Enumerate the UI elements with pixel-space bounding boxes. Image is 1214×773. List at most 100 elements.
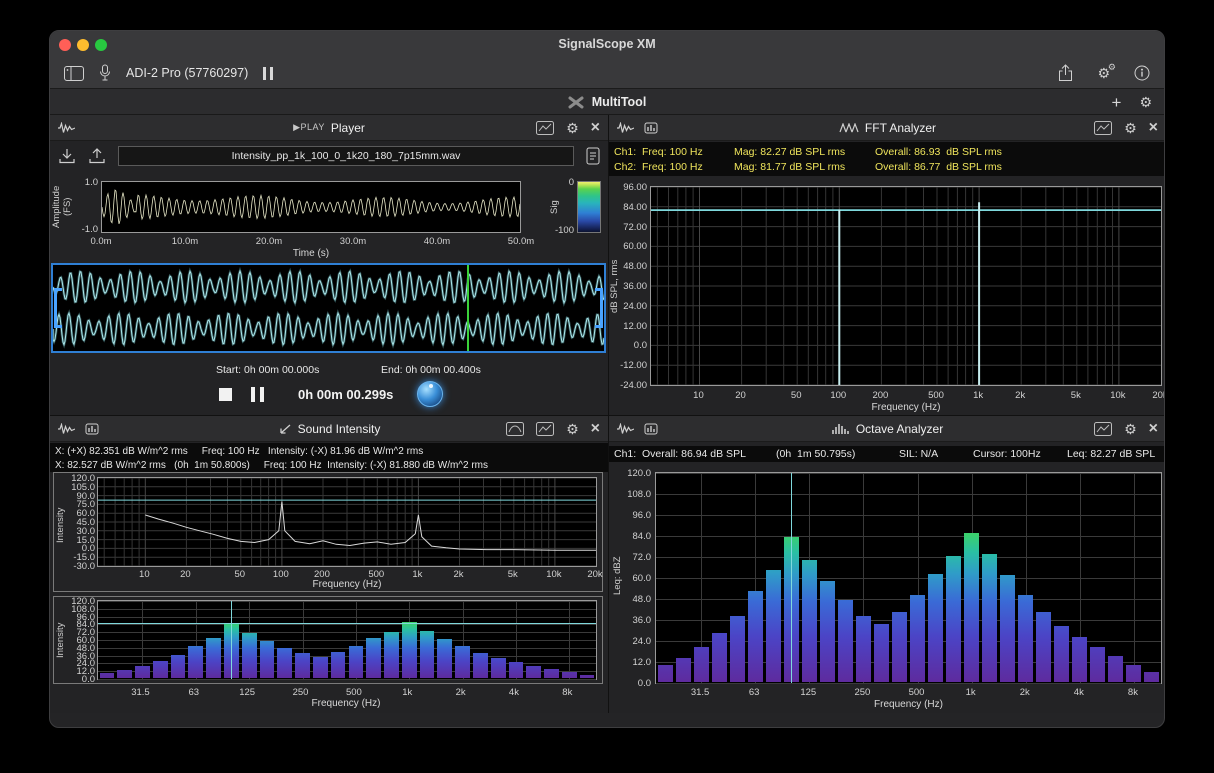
selection-handle-left[interactable] — [54, 288, 62, 328]
intensity-bands-y-ticks: 120.0108.096.084.072.060.048.036.024.012… — [65, 601, 95, 679]
chart-options-icon[interactable] — [1094, 422, 1112, 436]
sil-readout: SIL: N/A — [899, 448, 959, 460]
device-selector[interactable]: ADI-2 Pro (57760297) — [126, 66, 248, 80]
spectrum-bar — [366, 638, 381, 678]
fft-y-ticks: 96.0084.0072.0060.0048.0036.0024.0012.00… — [617, 187, 647, 385]
spectrum-bar — [491, 658, 506, 678]
share-icon[interactable] — [1058, 64, 1073, 82]
stop-button[interactable] — [219, 388, 232, 401]
gear-icon[interactable]: ⚙ — [566, 422, 579, 436]
waveform-icon[interactable] — [617, 423, 634, 435]
info-icon[interactable] — [1134, 65, 1150, 81]
jog-dial[interactable] — [417, 381, 443, 407]
settings-gear-icon[interactable]: ⚙⚙ — [1097, 66, 1110, 80]
waveform-zoom-view[interactable] — [51, 263, 606, 353]
gear-icon[interactable]: ⚙ — [566, 121, 579, 135]
ch1-freq-readout: Ch1: Freq: 100 Hz — [614, 146, 720, 158]
y-tick-label: 0.0 — [82, 674, 95, 685]
intensity-spectrum-chart[interactable] — [97, 477, 597, 567]
grid-line — [98, 679, 596, 680]
spectrum-bar — [206, 638, 221, 678]
multitool-actions: + ⚙ — [1112, 89, 1153, 115]
spectrum-bar — [526, 666, 541, 678]
tool-grid: ▶PLAY Player ⚙ × Intensity_ — [50, 115, 1165, 713]
spectrum-bar — [402, 622, 417, 678]
spectrum-bar — [802, 560, 817, 683]
x-tick-label: 250 — [854, 687, 870, 698]
y-tick-label: 60.0 — [633, 573, 652, 584]
x-tick-label: 250 — [293, 687, 309, 698]
close-icon[interactable]: × — [591, 421, 600, 437]
export-file-icon[interactable] — [88, 148, 106, 164]
playback-time-display: 0h 00m 00.299s — [298, 387, 393, 402]
fft-readouts: Ch1: Freq: 100 Hz Mag: 82.27 dB SPL rms … — [609, 142, 1165, 176]
spectrum-bar — [730, 616, 745, 683]
app-window: SignalScope XM ADI-2 Pro (57760297) ⚙⚙ M… — [49, 30, 1165, 728]
x-tick-label: 30.0m — [340, 236, 366, 247]
add-tool-icon[interactable]: + — [1112, 94, 1122, 111]
octave-header: Octave Analyzer ⚙ × — [609, 416, 1165, 442]
toolbar-right-group: ⚙⚙ — [1058, 64, 1150, 82]
spectrum-bar — [1000, 575, 1015, 682]
chart-options-icon[interactable] — [1094, 121, 1112, 135]
chart-options-icon[interactable] — [536, 121, 554, 135]
spectrum-bar — [910, 595, 925, 683]
waveform-overview-chart[interactable] — [101, 181, 521, 233]
close-icon[interactable]: × — [1149, 120, 1158, 136]
octave-analyzer-panel: Octave Analyzer ⚙ × Ch1: Overall: 86.94 … — [609, 416, 1165, 713]
input-monitor-icon[interactable] — [644, 122, 658, 134]
spectrum-bar — [748, 591, 763, 682]
intensity-y-ticks: 120.0105.090.075.060.045.030.015.00.0-15… — [65, 478, 95, 566]
filename-field[interactable]: Intensity_pp_1k_100_0_1k20_180_7p15mm.wa… — [118, 146, 574, 166]
spectrum-bar — [964, 533, 979, 682]
octave-band-chart[interactable] — [655, 472, 1162, 684]
x-tick-label: 500 — [928, 390, 944, 401]
input-monitor-icon[interactable] — [85, 423, 99, 435]
input-monitor-icon[interactable] — [644, 423, 658, 435]
waveform-icon[interactable] — [617, 122, 634, 134]
ch2-freq-readout: Ch2: Freq: 100 Hz — [614, 161, 720, 173]
y-tick-label: -1.0 — [70, 224, 98, 235]
fft-spectrum-chart[interactable] — [650, 186, 1162, 386]
grid-line — [656, 494, 1161, 495]
waveform-icon[interactable] — [58, 423, 75, 435]
import-file-icon[interactable] — [58, 148, 76, 164]
envelope-chart-icon[interactable] — [506, 422, 524, 436]
spectrum-bar — [1144, 672, 1159, 683]
close-icon[interactable]: × — [591, 120, 600, 136]
intensity-readouts: X: (+X) 82.351 dB W/m^2 rms Freq: 100 Hz… — [50, 443, 608, 472]
close-icon[interactable]: × — [1149, 421, 1158, 437]
selection-handle-right[interactable] — [595, 288, 603, 328]
x-tick-label: 50 — [791, 390, 802, 401]
spectrum-bar — [384, 632, 399, 678]
microphone-icon[interactable] — [99, 64, 111, 82]
fft-x-axis-label: Frequency (Hz) — [650, 402, 1162, 413]
spectrum-bar — [1126, 665, 1141, 683]
gear-icon[interactable]: ⚙ — [1124, 121, 1137, 135]
time-axis-label: Time (s) — [101, 248, 521, 259]
waveform-icon[interactable] — [58, 122, 75, 134]
sidebar-toggle-icon[interactable] — [64, 66, 84, 81]
frequency-cursor-line — [791, 473, 792, 683]
multitool-gear-icon[interactable]: ⚙ — [1139, 95, 1152, 109]
x-tick-label: 4k — [509, 687, 519, 698]
signal-meter-label: Sig — [549, 187, 560, 227]
spectrum-bar — [1090, 647, 1105, 682]
selection-end-label: End: 0h 00m 00.400s — [381, 364, 481, 376]
toolbar: ADI-2 Pro (57760297) ⚙⚙ — [50, 58, 1164, 89]
intensity-panel-title: Sound Intensity — [298, 422, 381, 436]
pause-io-button[interactable] — [263, 67, 273, 80]
cursor-readout: Cursor: 100Hz — [973, 448, 1053, 460]
chart-options-icon[interactable] — [536, 422, 554, 436]
pause-playback-button[interactable] — [251, 387, 264, 402]
intensity-x-axis-label: Frequency (Hz) — [97, 579, 597, 590]
y-tick-label: 120.0 — [627, 468, 651, 479]
file-info-icon[interactable] — [586, 147, 600, 165]
y-tick-label: 48.00 — [623, 261, 647, 272]
y-tick-label: 0.0 — [634, 340, 647, 351]
intensity-band-chart[interactable] — [97, 600, 597, 680]
x-tick-label: 500 — [346, 687, 362, 698]
spectrum-bar — [874, 624, 889, 682]
gear-icon[interactable]: ⚙ — [1124, 422, 1137, 436]
grid-line — [98, 624, 596, 625]
